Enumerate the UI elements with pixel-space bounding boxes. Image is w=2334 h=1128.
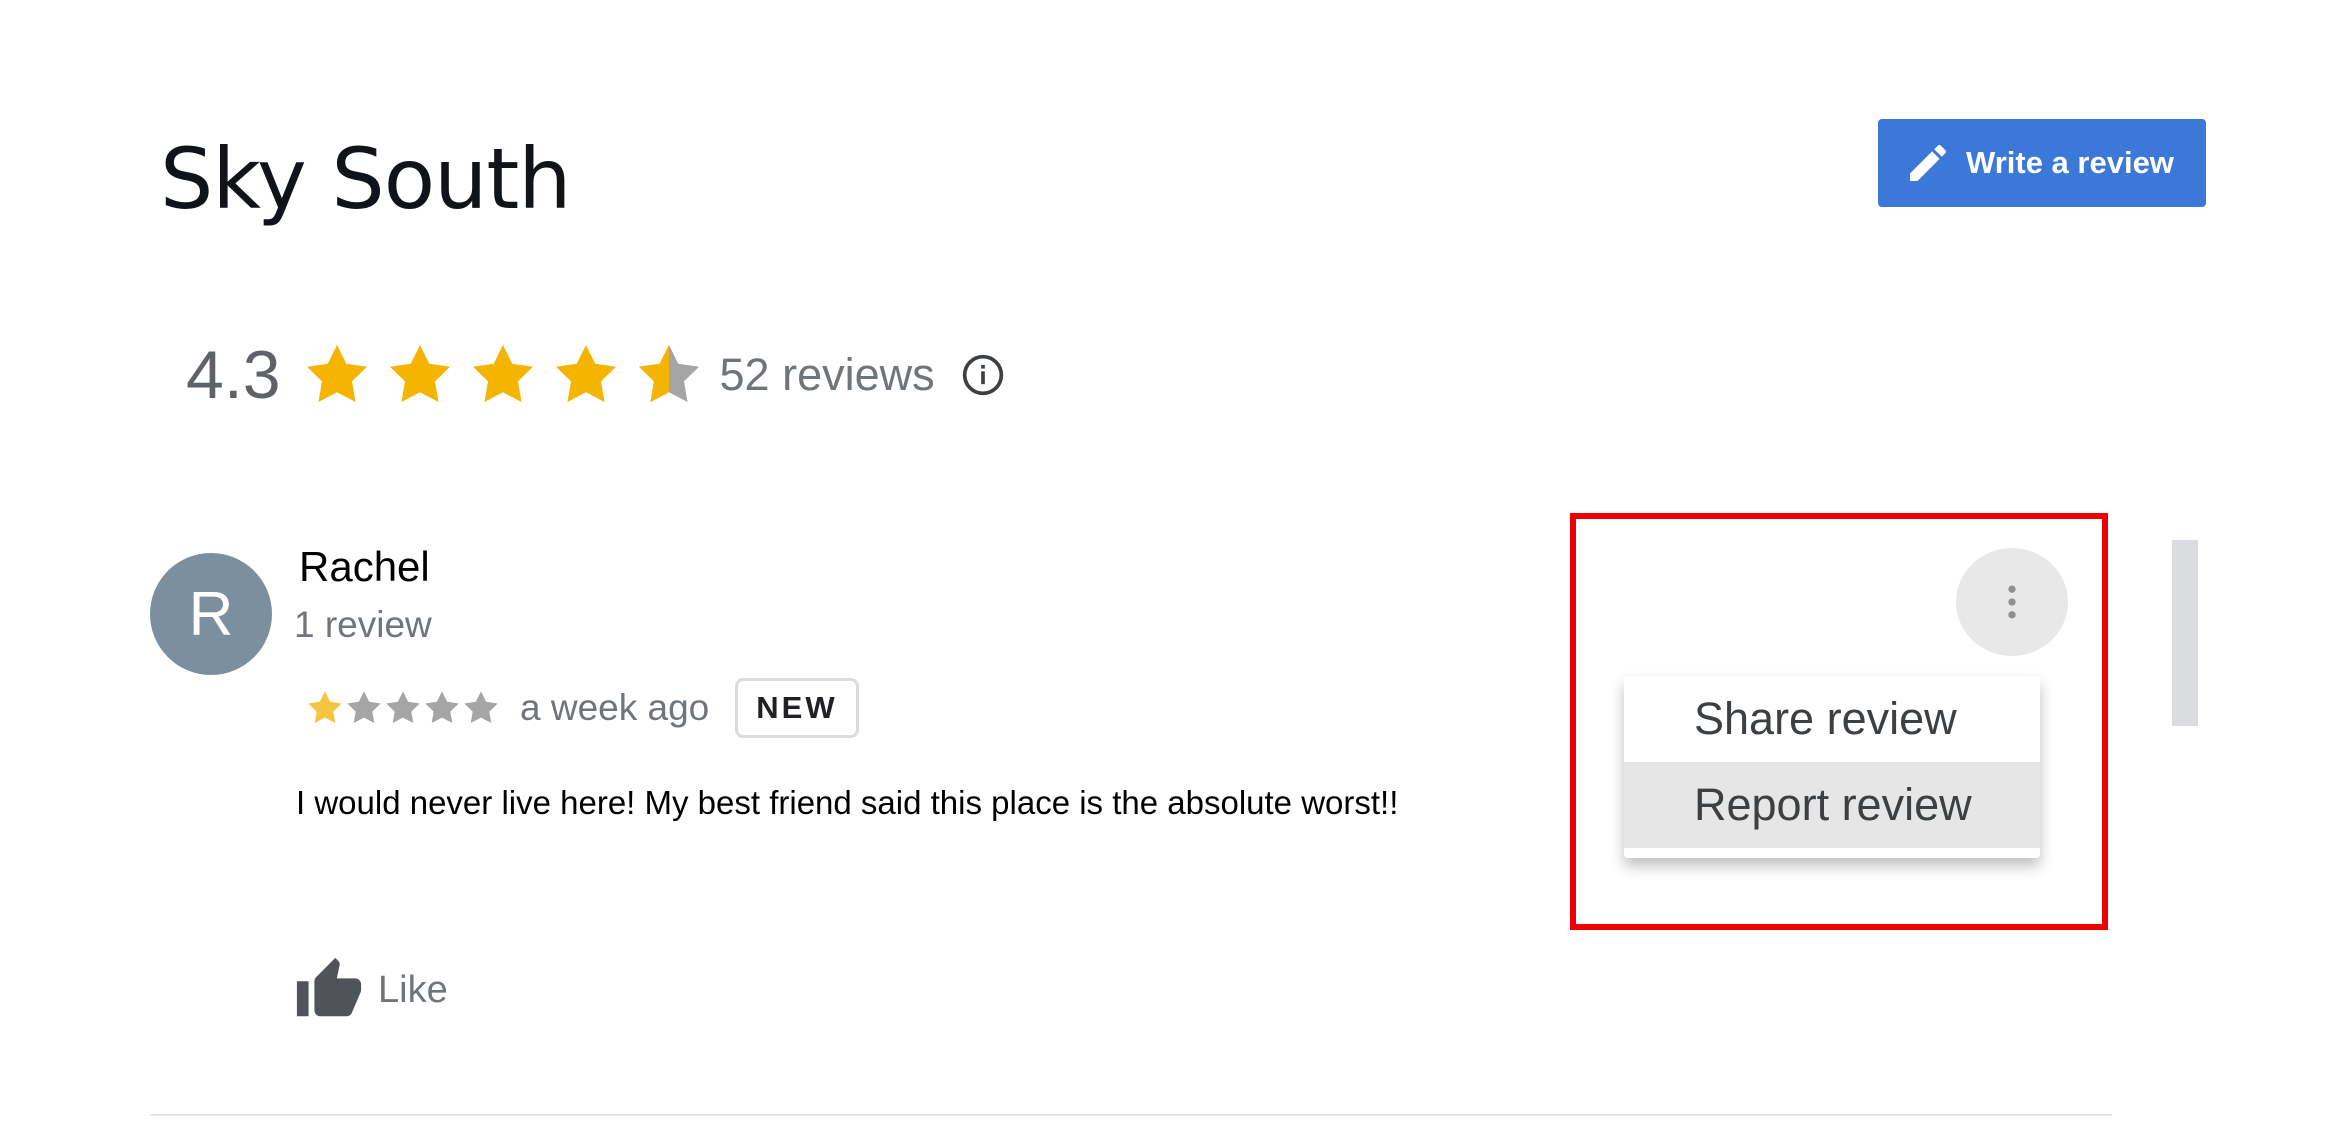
review-time: a week ago — [520, 687, 710, 728]
star-icon — [472, 345, 533, 403]
reviewer-name[interactable]: Rachel — [299, 543, 430, 591]
star-outline-icon — [464, 691, 498, 724]
pencil-icon — [1904, 139, 1952, 187]
review-count[interactable]: 52 reviews — [720, 349, 935, 401]
star-icon — [555, 345, 616, 403]
like-label: Like — [378, 968, 448, 1011]
reviewer-review-count: 1 review — [294, 604, 432, 645]
divider — [150, 1114, 2112, 1116]
star-icon — [389, 345, 450, 403]
star-icon — [306, 345, 367, 403]
half-star-icon — [638, 345, 699, 403]
write-review-button[interactable]: Write a review — [1878, 119, 2206, 207]
new-badge: NEW — [735, 678, 859, 738]
highlight-box — [1570, 513, 2108, 930]
review-meta: a week ago NEW — [305, 675, 859, 741]
review-stars — [305, 688, 500, 728]
rating-stars — [301, 339, 716, 411]
write-review-label: Write a review — [1966, 145, 2174, 180]
star-icon — [308, 691, 342, 724]
rating-summary: 4.3 52 reviews — [186, 335, 1005, 415]
place-title: Sky South — [160, 130, 572, 228]
review-text: I would never live here! My best friend … — [296, 784, 1399, 821]
like-button[interactable]: Like — [294, 955, 448, 1025]
scrollbar-thumb[interactable] — [2172, 540, 2198, 726]
average-rating: 4.3 — [186, 337, 281, 413]
avatar[interactable]: R — [150, 553, 272, 675]
star-outline-icon — [425, 691, 459, 724]
info-icon[interactable] — [961, 353, 1005, 397]
star-outline-icon — [347, 691, 381, 724]
star-outline-icon — [386, 691, 420, 724]
thumbs-up-icon — [294, 955, 364, 1025]
